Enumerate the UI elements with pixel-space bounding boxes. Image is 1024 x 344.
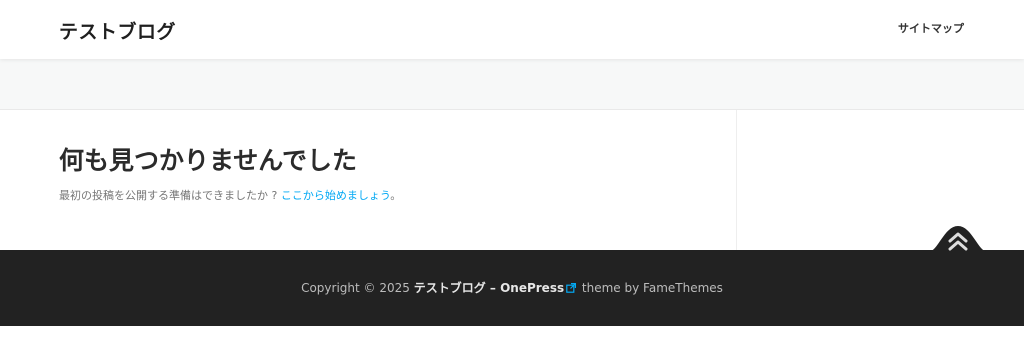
no-posts-text: 最初の投稿を公開する準備はできましたか ?: [59, 189, 281, 202]
page-header-band: [0, 59, 1024, 110]
double-chevron-up-icon: [928, 226, 988, 252]
copyright-prefix: Copyright © 2025: [301, 281, 414, 295]
page-title: 何も見つかりませんでした: [59, 146, 358, 175]
site-header: テストブログ サイトマップ: [0, 0, 1024, 59]
get-started-link[interactable]: ここから始めましょう: [281, 189, 390, 202]
external-link-icon: [566, 283, 577, 293]
site-title[interactable]: テストブログ: [59, 17, 176, 44]
site-footer: Copyright © 2025 テストブログ – OnePress theme…: [0, 250, 1024, 326]
copyright: Copyright © 2025 テストブログ – OnePress theme…: [0, 279, 1024, 296]
footer-site-link[interactable]: テストブログ: [414, 281, 486, 295]
main-content: 何も見つかりませんでした 最初の投稿を公開する準備はできましたか ? ここから始…: [0, 110, 736, 250]
page-bottom: [0, 326, 1024, 344]
nav-item-sitemap[interactable]: サイトマップ: [898, 20, 964, 36]
no-posts-message: 最初の投稿を公開する準備はできましたか ? ここから始めましょう。: [59, 187, 401, 203]
footer-dash: –: [485, 281, 501, 295]
message-suffix: 。: [390, 189, 402, 202]
theme-link[interactable]: OnePress: [500, 281, 564, 295]
theme-credit: theme by FameThemes: [578, 281, 723, 295]
back-to-top-button[interactable]: [928, 226, 988, 252]
